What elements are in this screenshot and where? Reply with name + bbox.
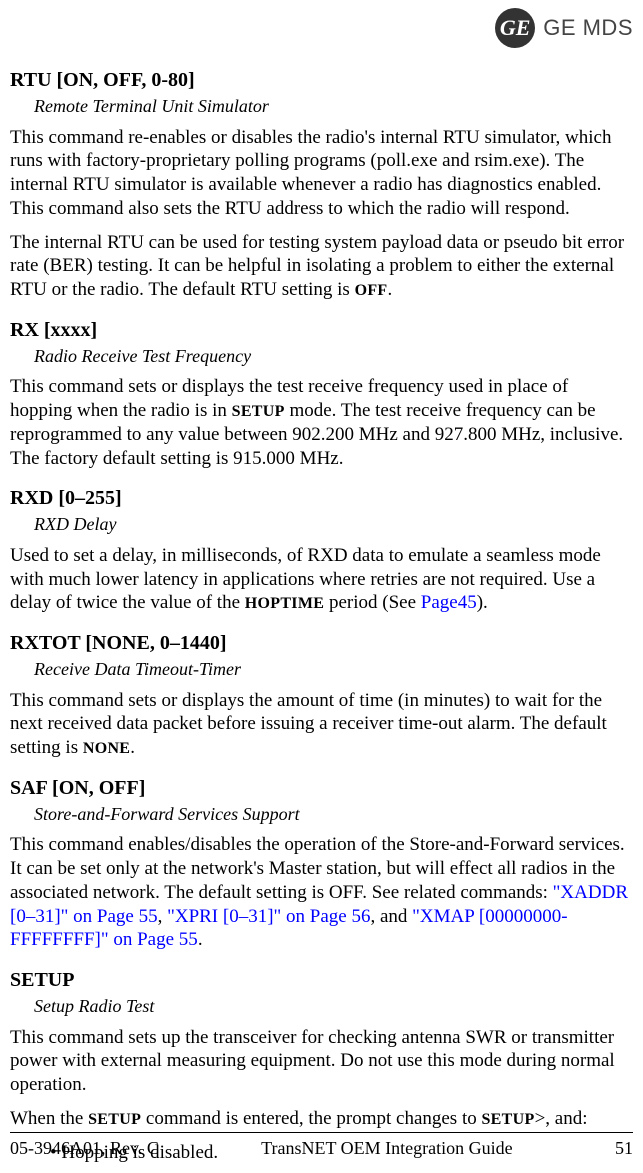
- heading-rxd: RXD [0–255]: [10, 486, 633, 511]
- subtitle-setup: Setup Radio Test: [34, 995, 633, 1018]
- heading-rxtot: RXTOT [NONE, 0–1440]: [10, 631, 633, 656]
- para-setup-1: This command sets up the transceiver for…: [10, 1026, 633, 1097]
- text: .: [198, 929, 203, 950]
- kw-off: OFF: [355, 282, 388, 299]
- heading-setup: SETUP: [10, 968, 633, 993]
- text: >, and:: [535, 1108, 588, 1129]
- text: When the: [10, 1108, 88, 1129]
- text: .: [130, 737, 135, 758]
- text: ,: [158, 906, 168, 927]
- ge-logo-icon: GE: [495, 8, 535, 48]
- text: command is entered, the prompt changes t…: [141, 1108, 481, 1129]
- brand-text: GE MDS: [543, 14, 633, 42]
- footer-center: TransNET OEM Integration Guide: [261, 1137, 512, 1160]
- para-saf-1: This command enables/disables the operat…: [10, 833, 633, 952]
- text: This command enables/disables the operat…: [10, 834, 625, 903]
- footer-left: 05-3946A01, Rev. C: [10, 1137, 159, 1160]
- para-rx-1: This command sets or displays the test r…: [10, 375, 633, 470]
- heading-saf: SAF [ON, OFF]: [10, 776, 633, 801]
- subtitle-saf: Store-and-Forward Services Support: [34, 803, 633, 826]
- subtitle-rxtot: Receive Data Timeout-Timer: [34, 658, 633, 681]
- text: , and: [370, 906, 412, 927]
- para-rxtot-1: This command sets or displays the amount…: [10, 689, 633, 760]
- text: The internal RTU can be used for testing…: [10, 232, 624, 301]
- heading-rtu: RTU [ON, OFF, 0-80]: [10, 68, 633, 93]
- kw-setup: SETUP: [232, 403, 285, 420]
- kw-setup-1: SETUP: [88, 1111, 141, 1128]
- text: period (See: [324, 592, 421, 613]
- heading-rx: RX [xxxx]: [10, 318, 633, 343]
- text: .: [388, 279, 393, 300]
- page-footer: 05-3946A01, Rev. C TransNET OEM Integrat…: [10, 1132, 633, 1160]
- document-header: GE GE MDS: [10, 8, 633, 48]
- footer-page-number: 51: [615, 1137, 633, 1160]
- subtitle-rx: Radio Receive Test Frequency: [34, 345, 633, 368]
- kw-setup-2: SETUP: [481, 1111, 534, 1128]
- link-page45[interactable]: Page45: [421, 592, 477, 613]
- subtitle-rtu: Remote Terminal Unit Simulator: [34, 95, 633, 118]
- kw-none: NONE: [83, 740, 130, 757]
- text: ).: [477, 592, 488, 613]
- subtitle-rxd: RXD Delay: [34, 513, 633, 536]
- link-xpri[interactable]: "XPRI [0–31]" on Page 56: [167, 906, 370, 927]
- para-setup-2: When the SETUP command is entered, the p…: [10, 1107, 633, 1131]
- para-rtu-1: This command re-enables or disables the …: [10, 126, 633, 221]
- kw-hoptime: HOPTIME: [245, 595, 324, 612]
- para-rtu-2: The internal RTU can be used for testing…: [10, 231, 633, 302]
- para-rxd-1: Used to set a delay, in milliseconds, of…: [10, 544, 633, 615]
